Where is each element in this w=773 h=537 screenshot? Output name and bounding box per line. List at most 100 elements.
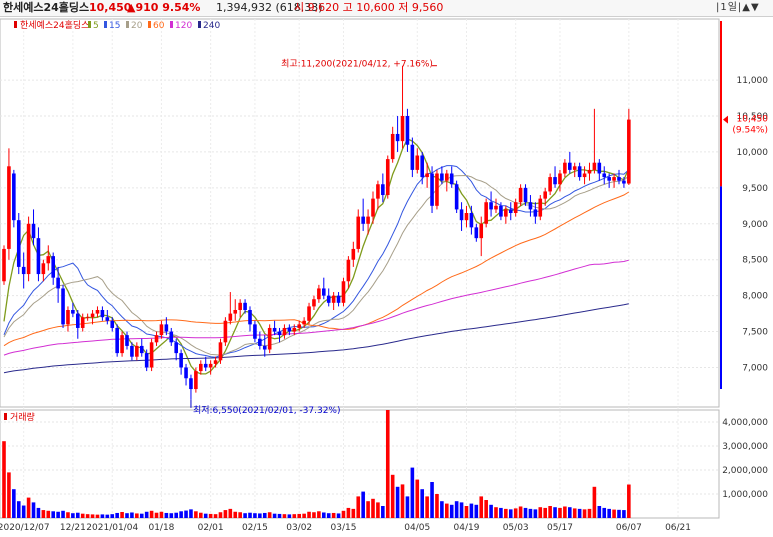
volume-bar xyxy=(76,512,80,518)
candle-body xyxy=(95,310,100,314)
volume-bar xyxy=(135,513,139,518)
volume-bar xyxy=(582,509,587,518)
date-tick-label: 05/03 xyxy=(503,523,529,533)
volume-bar xyxy=(469,503,474,518)
candle-body xyxy=(149,342,154,368)
candle-body xyxy=(440,173,444,181)
candle-body xyxy=(563,162,567,174)
volume-bar xyxy=(302,513,306,518)
date-tick-label: 03/02 xyxy=(286,523,312,533)
candle-body xyxy=(518,187,523,203)
candle-body xyxy=(184,367,188,379)
volume-bar xyxy=(602,507,607,518)
volume-bar xyxy=(267,512,272,518)
candle-body xyxy=(336,295,341,303)
date-tick-label: 04/05 xyxy=(404,523,430,533)
stock-chart[interactable]: 7,0007,5008,0008,5009,0009,50010,00010,5… xyxy=(0,0,773,537)
candle-body xyxy=(223,320,228,343)
candle-body xyxy=(494,205,498,210)
candle-body xyxy=(267,327,272,350)
candle-body xyxy=(553,177,557,185)
volume-tick-label: 1,000,000 xyxy=(722,490,768,500)
candle-body xyxy=(395,133,400,142)
candle-body xyxy=(548,177,552,192)
candle-body xyxy=(405,116,410,145)
volume-bar xyxy=(110,514,115,518)
volume-bar xyxy=(326,513,331,518)
candle-body xyxy=(366,216,370,224)
volume-bar xyxy=(558,507,562,518)
volume-bar xyxy=(56,511,60,518)
price-tick-label: 9,000 xyxy=(742,220,768,230)
price-tick-label: 11,000 xyxy=(737,76,769,86)
candle-body xyxy=(213,360,218,364)
candle-body xyxy=(218,342,223,361)
volume-bar xyxy=(179,511,183,518)
volume-bar xyxy=(61,510,65,518)
candle-body xyxy=(61,288,65,325)
volume-bar xyxy=(322,512,326,518)
candle-body xyxy=(31,223,36,239)
volume-bar xyxy=(523,507,528,518)
candle-body xyxy=(474,227,479,239)
candle-body xyxy=(243,302,247,310)
candle-body xyxy=(361,216,365,224)
candle-body xyxy=(208,363,213,368)
volume-bar xyxy=(543,507,547,518)
candle-body xyxy=(248,310,252,325)
volume-bar xyxy=(12,489,16,518)
candle-body xyxy=(164,324,169,332)
date-tick-label: 02/01 xyxy=(198,523,224,533)
volume-bar xyxy=(376,502,380,518)
price-tick-label: 8,500 xyxy=(742,256,768,266)
candle-body xyxy=(120,335,124,354)
candle-body xyxy=(125,335,129,346)
candle-body xyxy=(56,277,60,289)
candle-body xyxy=(617,177,621,181)
legend-swatch xyxy=(170,21,173,28)
volume-bar xyxy=(307,511,311,518)
candle-body xyxy=(189,378,193,390)
volume-bar xyxy=(513,508,518,518)
candle-body xyxy=(469,213,474,228)
volume-bar xyxy=(331,512,336,518)
candle-body xyxy=(341,281,346,303)
candle-body xyxy=(100,310,105,318)
price-tag-value: 10,450 xyxy=(737,115,769,125)
candle-body xyxy=(135,345,139,357)
volume-bar xyxy=(287,514,292,518)
volume-bar xyxy=(464,506,469,518)
date-tick-label: 02/15 xyxy=(242,523,268,533)
volume-bar xyxy=(538,507,543,518)
candle-body xyxy=(12,173,16,221)
volume-bar xyxy=(415,479,420,518)
volume-legend-marker xyxy=(4,413,7,420)
candle-body xyxy=(203,363,208,368)
candle-body xyxy=(144,353,149,368)
volume-bar xyxy=(21,505,26,518)
candle-body xyxy=(194,371,198,390)
candle-body xyxy=(499,205,503,217)
volume-bar xyxy=(361,491,365,518)
volume-bar xyxy=(341,510,346,518)
candle-body xyxy=(76,313,80,328)
volume-bar xyxy=(474,504,479,518)
legend-item-120: 120 xyxy=(175,21,192,31)
volume-bar xyxy=(390,474,395,518)
legend-marker xyxy=(14,21,17,28)
candle-body xyxy=(21,266,26,275)
volume-bar xyxy=(51,511,55,518)
candle-body xyxy=(572,166,577,170)
candle-body xyxy=(592,162,597,170)
volume-bar xyxy=(627,484,631,518)
date-tick-label: 2021/01/04 xyxy=(86,523,138,533)
volume-bar xyxy=(445,503,449,518)
candle-body xyxy=(523,187,528,203)
date-tick-label: 2020/12/07 xyxy=(0,523,50,533)
volume-bar xyxy=(292,514,297,518)
volume-tick-label: 4,000,000 xyxy=(722,418,768,428)
volume-bar xyxy=(85,514,90,518)
candle-body xyxy=(627,119,631,184)
candle-body xyxy=(105,317,110,321)
volume-bar xyxy=(7,472,11,518)
